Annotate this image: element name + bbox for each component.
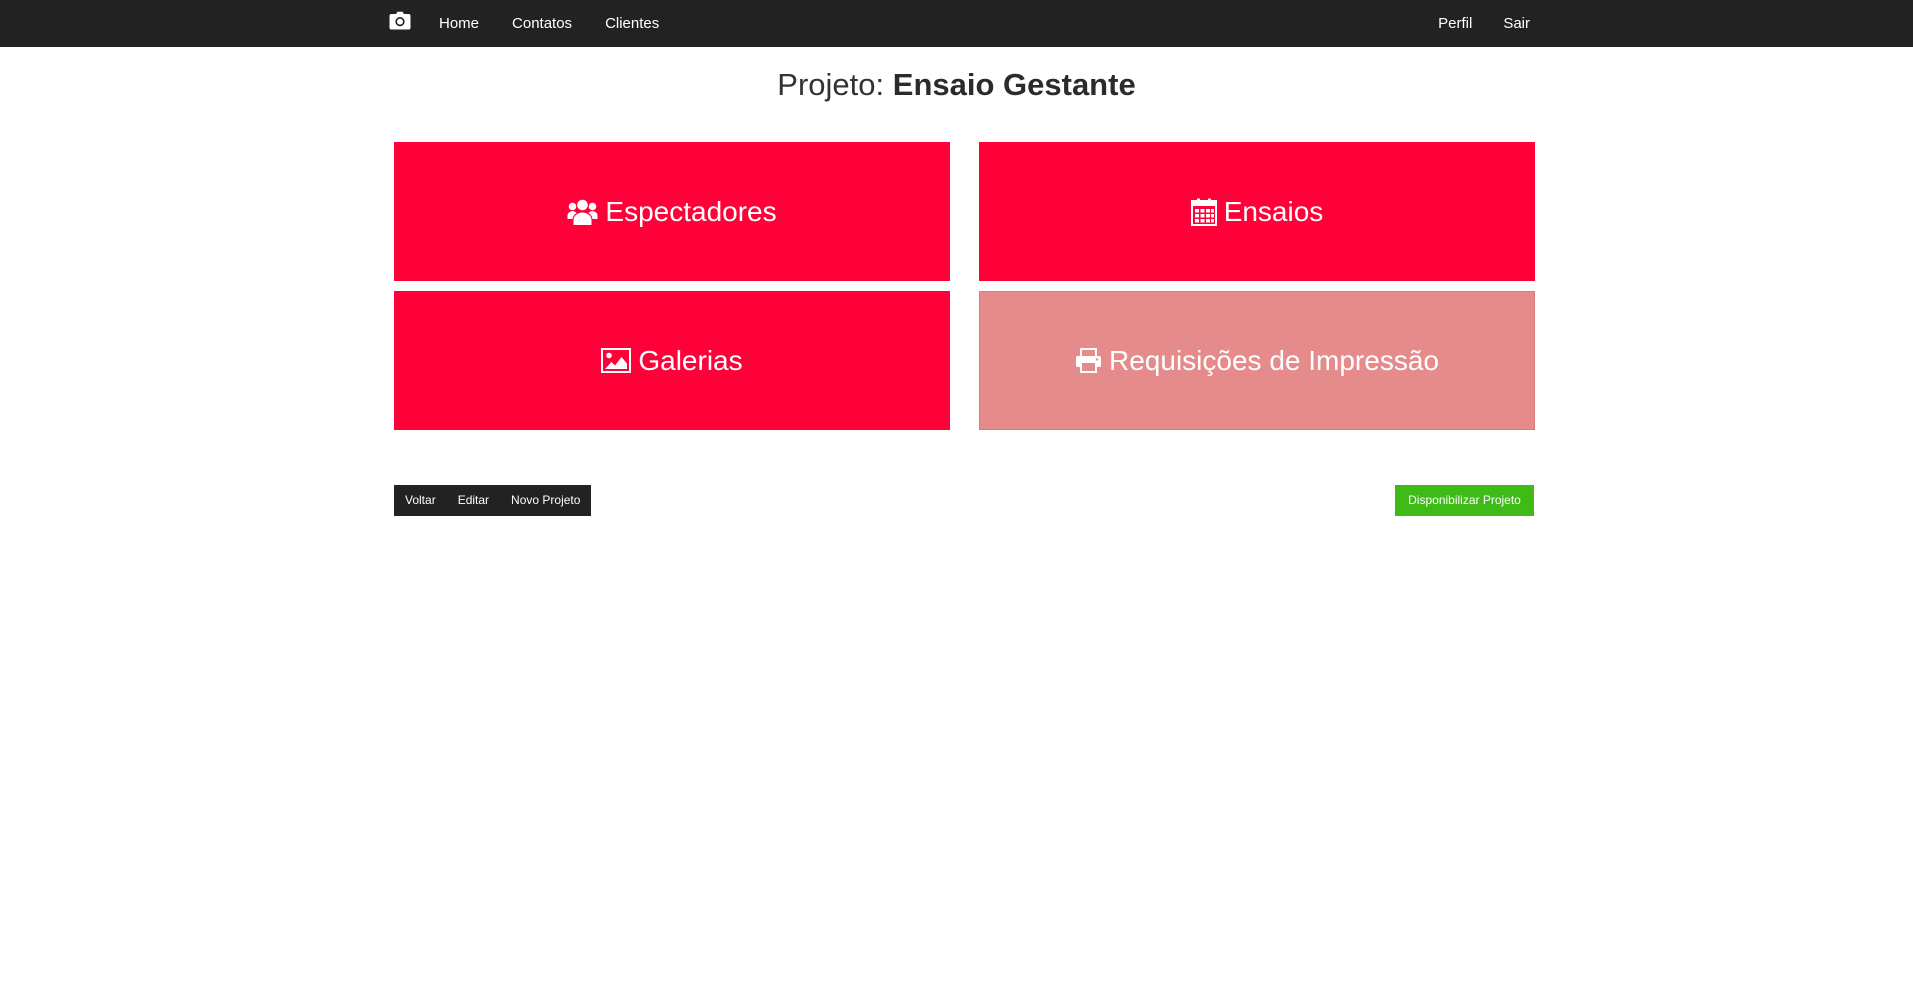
page-title: Projeto: Ensaio Gestante [0, 67, 1913, 103]
calendar-icon [1190, 198, 1217, 226]
tile-label: Espectadores [605, 195, 777, 227]
nav-perfil[interactable]: Perfil [1438, 15, 1472, 32]
new-project-button[interactable]: Novo Projeto [500, 485, 591, 516]
nav-right-links: Perfil Sair [1407, 0, 1532, 47]
tile-requisicoes-impressao[interactable]: Requisições de Impressão [979, 291, 1535, 430]
project-actions-group: Voltar Editar Novo Projeto [394, 485, 592, 516]
nav-contatos[interactable]: Contatos [512, 15, 572, 32]
tile-espectadores[interactable]: Espectadores [394, 142, 950, 281]
edit-button[interactable]: Editar [447, 485, 500, 516]
project-name: Ensaio Gestante [892, 67, 1136, 102]
users-icon [567, 198, 598, 226]
tile-label: Requisições de Impressão [1109, 344, 1439, 376]
nav-home[interactable]: Home [439, 15, 479, 32]
tile-ensaios[interactable]: Ensaios [979, 142, 1535, 281]
publish-project-button[interactable]: Disponibilizar Projeto [1395, 485, 1534, 516]
tile-label: Ensaios [1223, 195, 1324, 227]
top-navbar: Home Contatos Clientes Perfil Sair [0, 0, 1913, 47]
image-icon [601, 348, 632, 373]
printer-icon [1075, 348, 1102, 373]
back-button[interactable]: Voltar [394, 485, 447, 516]
nav-clientes[interactable]: Clientes [605, 15, 659, 32]
page-title-prefix: Projeto: [777, 67, 885, 102]
nav-left-links: Home Contatos Clientes [439, 0, 692, 47]
tile-galerias[interactable]: Galerias [394, 291, 950, 430]
navbar-container: Home Contatos Clientes Perfil Sair [382, 0, 1532, 47]
camera-icon[interactable] [389, 11, 411, 31]
tile-label: Galerias [638, 344, 743, 376]
nav-sair[interactable]: Sair [1503, 15, 1530, 32]
